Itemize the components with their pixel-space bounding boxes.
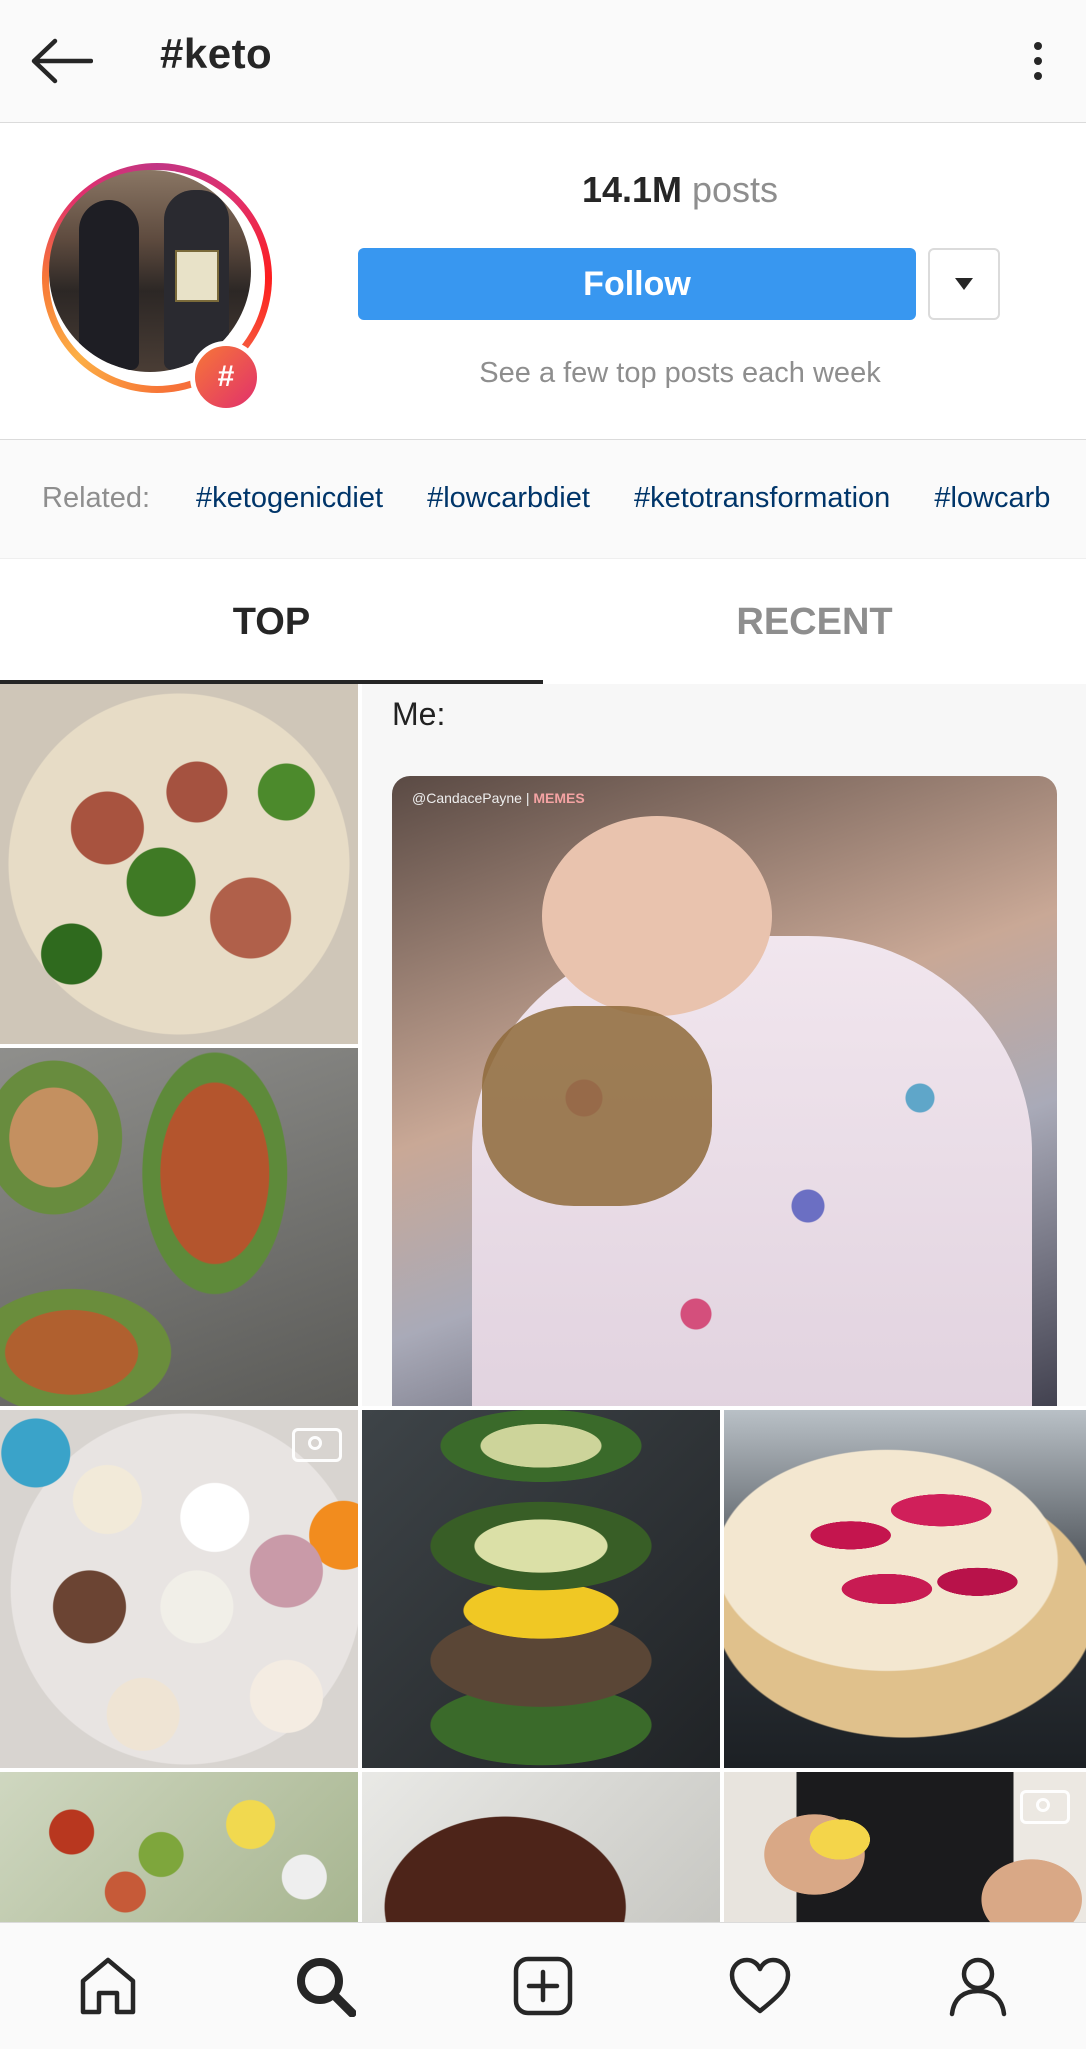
top-bar: #keto [0, 0, 1086, 123]
post-tile-meme-video[interactable]: Me: @CandacePayne | MEMES [362, 684, 1086, 1406]
arrow-left-icon [31, 38, 93, 84]
related-tag[interactable]: #ketogenicdiet [196, 482, 383, 514]
post-tile-steak[interactable] [362, 1772, 720, 1922]
page-title: #keto [160, 30, 273, 77]
follow-tagline: See a few top posts each week [479, 357, 881, 389]
related-tag[interactable]: #lowcarb [934, 482, 1050, 514]
related-tag[interactable]: #lowcarbdiet [427, 482, 590, 514]
follow-button[interactable]: Follow [358, 248, 916, 320]
post-tile-chef-lemon[interactable] [724, 1772, 1086, 1922]
related-hashtags-bar: Related: #ketogenicdiet #lowcarbdiet #ke… [0, 440, 1086, 559]
related-label: Related: [42, 482, 151, 514]
post-tile-cobb-salad[interactable] [0, 1772, 358, 1922]
new-post-icon [513, 1956, 573, 2016]
meme-video-frame: @CandacePayne | MEMES [392, 776, 1057, 1406]
back-button[interactable] [26, 28, 96, 94]
video-indicator-icon [1020, 1790, 1070, 1824]
post-tile-raspberry-cheesecake[interactable] [724, 1410, 1086, 1768]
post-tile-zucchini-burger[interactable] [362, 1410, 720, 1768]
home-icon [80, 1957, 136, 2015]
nav-activity-button[interactable] [700, 1923, 820, 2049]
search-icon [297, 1958, 356, 2017]
nav-search-button[interactable] [265, 1923, 385, 2049]
post-tile-sausage-broccoli[interactable] [0, 684, 358, 1044]
more-vertical-icon [1034, 42, 1042, 50]
posts-count-value: 14.1M [581, 169, 682, 210]
posts-count-label: posts [692, 169, 779, 210]
caret-down-icon [955, 278, 973, 290]
posts-grid: Me: @CandacePayne | MEMES [0, 684, 1086, 1922]
meme-watermark-user: @CandacePayne [412, 790, 522, 806]
related-tag[interactable]: #ketotransformation [634, 482, 890, 514]
activity-heart-icon [729, 1957, 791, 2014]
hashtag-badge-icon: # [190, 341, 262, 413]
related-tags: #ketogenicdiet #lowcarbdiet #ketotransfo… [196, 482, 1086, 515]
follow-options-button[interactable] [928, 248, 1000, 320]
nav-profile-button[interactable] [918, 1923, 1038, 2049]
tab-top[interactable]: TOP [0, 559, 543, 685]
video-indicator-icon [292, 1428, 342, 1462]
posts-count: 14.1M posts [360, 169, 1000, 211]
feed-tabs: TOP RECENT [0, 559, 1086, 685]
tab-recent[interactable]: RECENT [543, 559, 1086, 685]
more-options-button[interactable] [1008, 28, 1068, 94]
profile-icon [949, 1957, 1007, 2017]
nav-home-button[interactable] [48, 1923, 168, 2049]
nav-new-post-button[interactable] [483, 1923, 603, 2049]
meme-caption: Me: [392, 696, 446, 732]
meme-watermark-brand: MEMES [533, 790, 585, 806]
post-tile-stuffed-chicken[interactable] [0, 1048, 358, 1406]
hashtag-header: # 14.1M posts Follow See a few top posts… [0, 123, 1086, 440]
post-tile-ice-cream[interactable] [0, 1410, 358, 1768]
bottom-navigation [0, 1922, 1086, 2049]
